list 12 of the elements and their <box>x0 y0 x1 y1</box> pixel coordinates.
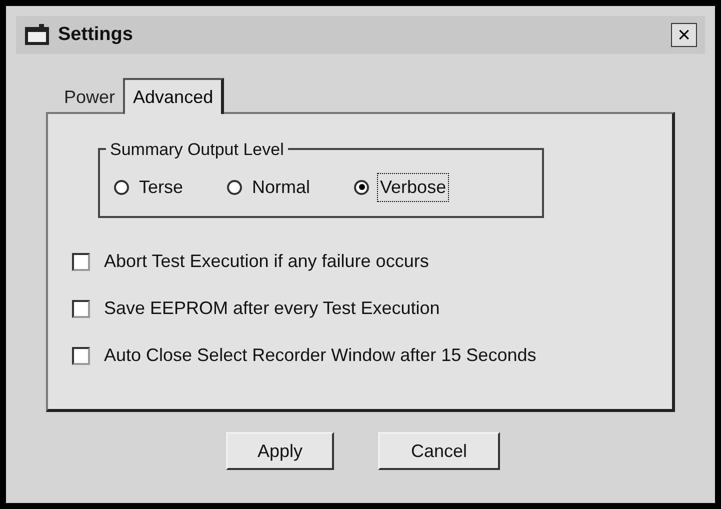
dialog-button[interactable]: Apply <box>226 432 334 470</box>
checkbox-option[interactable]: Save EEPROM after every Test Execution <box>72 295 672 322</box>
checkbox-option[interactable]: Auto Close Select Recorder Window after 15 Seconds <box>72 342 672 369</box>
tab[interactable]: Advanced <box>123 78 224 114</box>
tab[interactable]: Power <box>56 82 124 112</box>
checkbox-option[interactable]: Abort Test Execution if any failure occurs <box>72 248 672 275</box>
window-title: Settings <box>58 22 133 47</box>
dialog-button[interactable]: Cancel <box>378 432 500 470</box>
close-button[interactable]: × <box>671 23 697 47</box>
window-icon <box>24 24 50 46</box>
radio-option[interactable]: Terse <box>114 174 186 200</box>
radio-option[interactable]: Normal <box>227 174 312 200</box>
